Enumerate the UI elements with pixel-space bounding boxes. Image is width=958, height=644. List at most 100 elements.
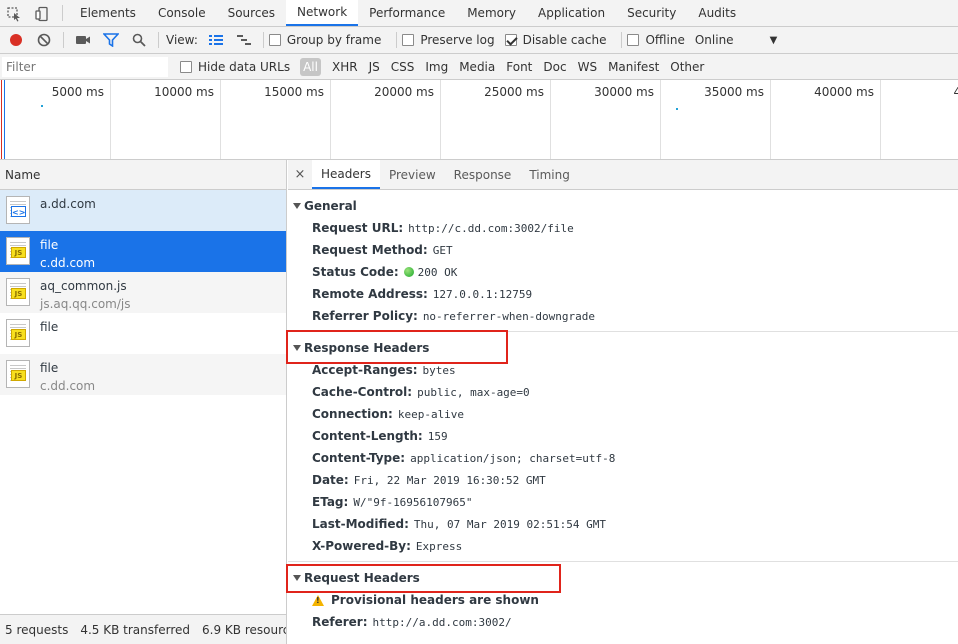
- filter-type-img[interactable]: Img: [420, 58, 453, 76]
- preserve-log-box[interactable]: [402, 34, 415, 46]
- tab-elements[interactable]: Elements: [69, 0, 147, 26]
- header-value: application/json; charset=utf-8: [410, 451, 616, 465]
- search-button[interactable]: [125, 27, 153, 53]
- request-row[interactable]: <> a.dd.com: [0, 190, 286, 231]
- request-row[interactable]: JS file: [0, 313, 286, 354]
- warning-icon: [312, 594, 324, 606]
- filter-type-other[interactable]: Other: [665, 58, 709, 76]
- html-file-icon: <>: [6, 196, 30, 224]
- tab-application[interactable]: Application: [527, 0, 616, 26]
- filter-type-xhr[interactable]: XHR: [327, 58, 363, 76]
- details-tab-headers[interactable]: Headers: [312, 160, 380, 189]
- request-row[interactable]: JS file c.dd.com: [0, 354, 286, 395]
- header-row: Referer: http://a.dd.com:3002/: [288, 611, 958, 633]
- network-summary-bar: 5 requests 4.5 KB transferred 6.9 KB res…: [0, 614, 287, 644]
- clear-button[interactable]: [30, 27, 58, 53]
- timeline-gridline: [880, 80, 881, 159]
- domcontentloaded-line: [4, 80, 5, 159]
- timeline-request-mark: [676, 108, 678, 110]
- header-row: Remote Address: 127.0.0.1:12759: [288, 283, 958, 305]
- capture-screenshots-button[interactable]: [69, 27, 97, 53]
- timeline-request-mark: [41, 105, 43, 107]
- filter-button[interactable]: [97, 27, 125, 53]
- waterfall-view-icon[interactable]: [230, 27, 258, 53]
- tab-performance[interactable]: Performance: [358, 0, 456, 26]
- hide-data-urls-checkbox[interactable]: Hide data URLs: [180, 60, 290, 74]
- view-label: View:: [166, 33, 198, 47]
- filter-type-js[interactable]: JS: [364, 58, 385, 76]
- network-overview-timeline[interactable]: 5000 ms 10000 ms 15000 ms 20000 ms 25000 ms 3…: [0, 80, 958, 160]
- filter-type-manifest[interactable]: Manifest: [603, 58, 664, 76]
- header-name: Content-Type:: [312, 451, 406, 465]
- timeline-tick-label: 30000 ms: [594, 85, 654, 99]
- triangle-down-icon: [293, 203, 301, 209]
- response-headers-section-header[interactable]: Response Headers: [288, 337, 958, 359]
- header-name: Request Method:: [312, 243, 428, 257]
- filter-type-font[interactable]: Font: [501, 58, 537, 76]
- details-tab-response[interactable]: Response: [445, 160, 521, 189]
- header-row: Referrer Policy: no-referrer-when-downgra…: [288, 305, 958, 327]
- details-tab-timing[interactable]: Timing: [520, 160, 579, 189]
- offline-box[interactable]: [627, 34, 640, 46]
- device-toolbar-icon[interactable]: [28, 0, 56, 27]
- header-name: Cache-Control:: [312, 385, 413, 399]
- toolbar-separator: [158, 32, 159, 48]
- record-button[interactable]: [2, 27, 30, 53]
- request-row[interactable]: JS file c.dd.com: [0, 231, 286, 272]
- header-value: http://a.dd.com:3002/: [372, 615, 512, 629]
- filter-type-doc[interactable]: Doc: [538, 58, 571, 76]
- filter-type-ws[interactable]: WS: [573, 58, 602, 76]
- timeline-gridline: [550, 80, 551, 159]
- large-rows-view-icon[interactable]: [202, 27, 230, 53]
- general-section-header[interactable]: General: [288, 195, 958, 217]
- request-count: 5 requests: [5, 622, 69, 637]
- details-tab-preview[interactable]: Preview: [380, 160, 445, 189]
- request-headers-title: Request Headers: [304, 571, 420, 585]
- header-name: X-Powered-By:: [312, 539, 411, 553]
- filter-type-all[interactable]: All: [300, 57, 321, 76]
- tab-sources[interactable]: Sources: [217, 0, 286, 26]
- disable-cache-checkbox[interactable]: Disable cache: [504, 33, 606, 47]
- tab-console[interactable]: Console: [147, 0, 217, 26]
- request-domain: c.dd.com: [40, 256, 96, 270]
- provisional-warning-text: Provisional headers are shown: [331, 593, 539, 607]
- header-row: Status Code: 200 OK: [288, 261, 958, 283]
- request-headers-section-header[interactable]: Request Headers: [288, 567, 958, 589]
- hide-data-urls-box[interactable]: [180, 60, 192, 73]
- general-title: General: [304, 199, 357, 213]
- filter-input[interactable]: [2, 56, 168, 77]
- preserve-log-checkbox[interactable]: Preserve log: [402, 33, 495, 47]
- header-row: Request Method: GET: [288, 239, 958, 261]
- header-value: no-referrer-when-downgrade: [422, 309, 595, 323]
- triangle-down-icon: [293, 345, 301, 351]
- tab-memory[interactable]: Memory: [456, 0, 527, 26]
- header-row: Request URL: http://c.dd.com:3002/file: [288, 217, 958, 239]
- header-name: Content-Length:: [312, 429, 423, 443]
- header-row: Cache-Control: public, max-age=0: [288, 381, 958, 403]
- toolbar-separator: [396, 32, 398, 48]
- tab-network[interactable]: Network: [286, 0, 359, 26]
- tab-audits[interactable]: Audits: [687, 0, 747, 26]
- throttling-select[interactable]: Online ▼: [695, 33, 777, 47]
- name-column-header[interactable]: Name: [0, 160, 286, 190]
- tab-security[interactable]: Security: [616, 0, 687, 26]
- timeline-tick-label: 40000 ms: [814, 85, 874, 99]
- request-row[interactable]: JS aq_common.js js.aq.qq.com/js: [0, 272, 286, 313]
- offline-checkbox[interactable]: Offline: [627, 33, 685, 47]
- filter-type-css[interactable]: CSS: [386, 58, 420, 76]
- filter-type-media[interactable]: Media: [454, 58, 500, 76]
- header-row: Content-Type: application/json; charset=u…: [288, 447, 958, 469]
- close-icon[interactable]: ×: [288, 160, 312, 189]
- details-tab-list: Headers Preview Response Timing: [312, 160, 579, 189]
- request-name: file: [40, 238, 59, 252]
- timeline-tick-label: 10000 ms: [154, 85, 214, 99]
- group-by-frame-box[interactable]: [268, 34, 281, 46]
- header-name: Remote Address:: [312, 287, 428, 301]
- header-value: http://c.dd.com:3002/file: [408, 221, 574, 235]
- header-name: Last-Modified:: [312, 517, 409, 531]
- inspect-element-icon[interactable]: [0, 0, 28, 27]
- js-file-icon: JS: [6, 237, 30, 265]
- disable-cache-box[interactable]: [504, 34, 517, 46]
- header-name: Date:: [312, 473, 349, 487]
- group-by-frame-checkbox[interactable]: Group by frame: [268, 33, 381, 47]
